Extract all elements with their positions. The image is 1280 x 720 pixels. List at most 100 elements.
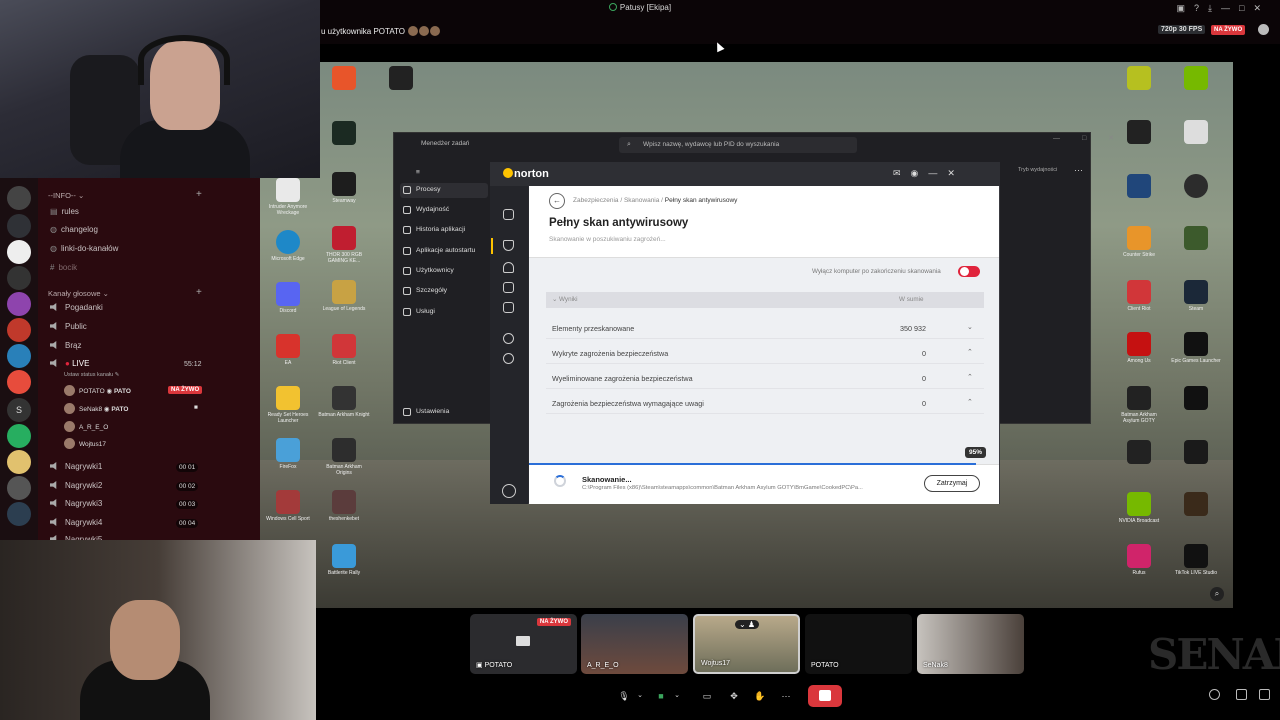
speedometer-icon[interactable] (503, 262, 514, 273)
voice-channel-nagrywki4[interactable]: Nagrywki4 (50, 518, 102, 527)
desktop-icon[interactable]: Epic Games Launcher (1170, 332, 1222, 364)
screen-share-icon[interactable]: ▭ (700, 686, 714, 706)
nav-processes[interactable]: Procesy (400, 183, 488, 198)
add-channel-icon[interactable]: + (196, 189, 204, 200)
channel-rules[interactable]: ▤ rules (50, 207, 79, 216)
nav-settings[interactable]: Ustawienia (400, 405, 488, 420)
server-icon[interactable]: S (7, 398, 31, 422)
voice-channel-nagrywki2[interactable]: Nagrywki2 (50, 481, 102, 490)
server-icon[interactable] (7, 450, 31, 474)
inbox-icon[interactable]: ▣ (1177, 3, 1195, 13)
desktop-icon[interactable]: THOR 300 RGB GAMING KE... (318, 226, 370, 264)
server-icon[interactable] (7, 476, 31, 500)
search-icon[interactable] (503, 333, 514, 344)
norton-header-actions[interactable]: ✉◉—✕ (893, 168, 965, 179)
channel-bocik[interactable]: # bocik (50, 263, 77, 272)
server-icon[interactable] (7, 214, 31, 238)
zoom-icon[interactable]: ⌕ (1210, 587, 1224, 601)
voice-channel-braz[interactable]: Brąz (50, 341, 81, 350)
desktop-icon[interactable]: Ready Set Heroes Launcher (262, 386, 314, 424)
server-icon[interactable] (7, 502, 31, 526)
desktop-icon[interactable]: EA (262, 334, 314, 366)
channel-links[interactable]: ◍ linki-do-kanałów (50, 244, 118, 253)
participant-tile[interactable]: POTATO (805, 614, 912, 674)
desktop-icon[interactable] (375, 66, 427, 92)
group-icon[interactable]: ⌄ ♟ (735, 620, 760, 629)
desktop-icon[interactable] (1113, 66, 1165, 92)
mail-icon[interactable]: ✉ (893, 168, 911, 178)
window-controls[interactable]: — □ ✕ (1053, 134, 1124, 142)
chevron-down-icon[interactable]: ⌄ (673, 686, 681, 706)
desktop-icon[interactable]: Battlerite Rally (318, 544, 370, 576)
stop-scan-button[interactable]: Zatrzymaj (924, 475, 980, 492)
voice-channel-nagrywki1[interactable]: Nagrywki1 (50, 462, 102, 471)
close-icon[interactable]: ✕ (1253, 3, 1270, 13)
gear-icon[interactable] (503, 353, 514, 364)
server-icon[interactable] (7, 266, 31, 290)
desktop-icon[interactable]: Batman Arkham Origins (318, 438, 370, 476)
disconnect-button[interactable] (808, 685, 842, 707)
desktop-icon[interactable] (1170, 440, 1222, 466)
popout-icon[interactable] (1236, 689, 1247, 700)
desktop-icon[interactable] (1170, 174, 1222, 200)
fullscreen-icon[interactable] (1259, 689, 1270, 700)
participant-tile[interactable]: SeNak8 (917, 614, 1024, 674)
desktop-icon[interactable] (318, 121, 370, 147)
desktop-icon[interactable]: Counter Strike (1113, 226, 1165, 258)
chevron-up-icon[interactable]: ⌃ (967, 348, 973, 356)
chevron-up-icon[interactable]: ⌃ (967, 373, 973, 381)
download-icon[interactable]: ⤓ (1208, 3, 1221, 13)
participant-tile[interactable]: A_R_E_O (581, 614, 688, 674)
voice-channel-pogadanki[interactable]: Pogadanki (50, 303, 103, 312)
desktop-icon[interactable] (1170, 492, 1222, 518)
volume-icon[interactable] (1209, 689, 1220, 700)
soundboard-icon[interactable]: ✋ (753, 686, 767, 706)
voice-user[interactable]: Wojtus17 (64, 438, 106, 449)
server-icon[interactable] (7, 292, 31, 316)
channel-changelog[interactable]: ◍ changelog (50, 225, 98, 234)
help-icon[interactable]: ? (1194, 3, 1208, 13)
server-icon[interactable] (7, 318, 31, 342)
desktop-icon[interactable]: TikTok LIVE Studio (1170, 544, 1222, 576)
desktop-icon[interactable] (1113, 120, 1165, 146)
nav-startup-apps[interactable]: Aplikacje autostartu (400, 244, 488, 259)
desktop-icon[interactable] (1170, 120, 1222, 146)
chevron-down-icon[interactable]: ⌄ (967, 323, 973, 331)
chevron-down-icon[interactable]: ⌄ (636, 686, 644, 706)
server-icon[interactable] (7, 186, 31, 210)
nav-users[interactable]: Użytkownicy (400, 264, 488, 279)
home-icon[interactable] (503, 209, 514, 220)
desktop-icon[interactable]: Microsoft Edge (262, 230, 314, 262)
chevron-up-icon[interactable]: ⌃ (967, 398, 973, 406)
close-icon[interactable]: ✕ (947, 168, 965, 178)
server-icon[interactable] (7, 344, 31, 368)
efficiency-mode-button[interactable]: Tryb wydajności (1018, 167, 1057, 173)
shield-icon[interactable] (503, 240, 514, 251)
desktop-icon[interactable]: Rufus (1113, 544, 1165, 576)
voice-channel-nagrywki3[interactable]: Nagrywki3 (50, 499, 102, 508)
identity-icon[interactable] (503, 302, 514, 313)
desktop-icon[interactable]: Batman Arkham Knight (318, 386, 370, 418)
desktop-icon[interactable]: FireFox (262, 438, 314, 470)
desktop-icon[interactable]: Among Us (1113, 332, 1165, 364)
back-button[interactable]: ← (549, 193, 565, 209)
desktop-icon[interactable] (1113, 174, 1165, 200)
hamburger-icon[interactable]: ≡ (400, 166, 488, 181)
more-icon[interactable]: ⋯ (1074, 165, 1083, 176)
desktop-icon[interactable] (1170, 386, 1222, 412)
desktop-icon[interactable]: Batman Arkham Asylum GOTY (1113, 386, 1165, 424)
maximize-icon[interactable]: □ (1239, 3, 1253, 13)
desktop-icon[interactable] (1113, 440, 1165, 466)
desktop-icon[interactable]: Intruder Anymore Wreckage (262, 178, 314, 216)
more-icon[interactable]: ⋯ (779, 686, 793, 706)
minimize-icon[interactable]: — (1221, 3, 1239, 13)
breadcrumb-item[interactable]: Skanowania (624, 197, 659, 204)
participant-tile[interactable]: ⌄ ♟ Wojtus17 (693, 614, 800, 674)
desktop-icon[interactable] (1170, 226, 1222, 252)
microphone-icon[interactable]: 🎙 (618, 686, 630, 706)
voice-user[interactable]: SeNak8 ◉ PATO (64, 403, 128, 414)
desktop-icon[interactable]: Riot Client (318, 334, 370, 366)
window-controls[interactable]: ▣?⤓—□✕ (1177, 3, 1271, 14)
account-icon[interactable]: ◉ (911, 168, 929, 178)
voice-channel-live[interactable]: ● LIVE (50, 359, 89, 368)
